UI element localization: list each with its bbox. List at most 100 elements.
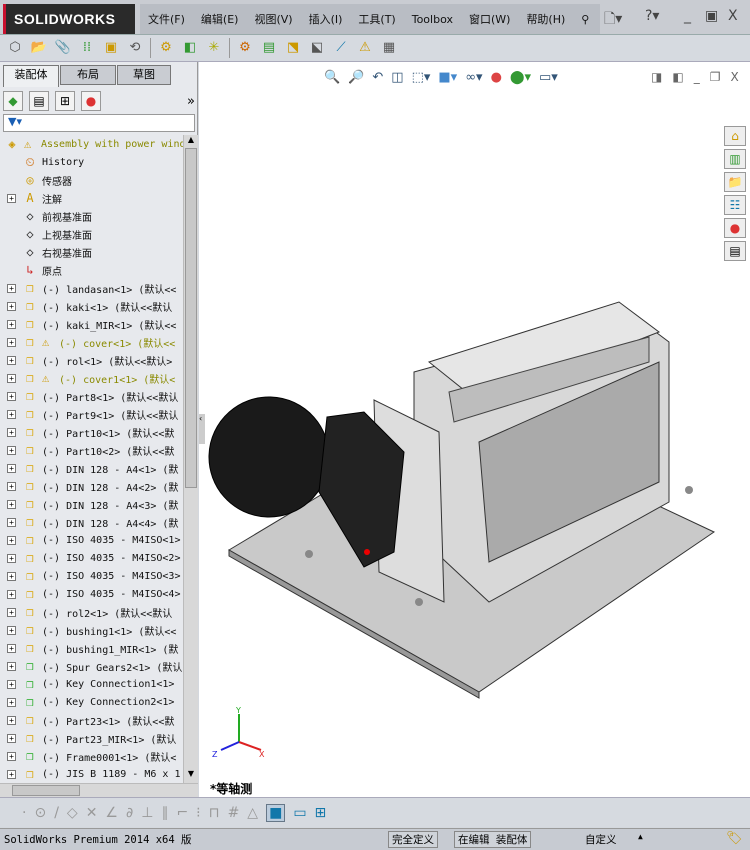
tree-item[interactable]: ⏲ History bbox=[0, 153, 183, 171]
menu-window[interactable]: 窗口(W) bbox=[461, 11, 518, 27]
tree-item[interactable]: + ❒ (-) DIN 128 - A4<2> (默 bbox=[0, 477, 183, 495]
tree-item[interactable]: + ❒ (-) DIN 128 - A4<3> (默 bbox=[0, 495, 183, 513]
assembly-model[interactable] bbox=[199, 62, 750, 797]
move-component-icon[interactable]: ⟲ bbox=[126, 39, 144, 57]
grid-icon[interactable]: # bbox=[228, 805, 240, 821]
polygon-icon[interactable]: ◇ bbox=[67, 805, 78, 821]
tree-item[interactable]: + ❒ (-) ISO 4035 - M4ISO<3> bbox=[0, 567, 183, 585]
tangent-icon[interactable]: ∂ bbox=[126, 805, 133, 821]
trim-icon[interactable]: ✕ bbox=[86, 805, 98, 821]
tree-item[interactable]: + ❒ (-) rol<1> (默认<<默认> bbox=[0, 351, 183, 369]
expand-toggle[interactable]: + bbox=[7, 427, 16, 437]
mate-icon[interactable]: 📎 bbox=[54, 39, 72, 57]
smart-fasteners-icon[interactable]: ▣ bbox=[102, 39, 120, 57]
expand-toggle[interactable]: + bbox=[7, 679, 16, 689]
reference-geometry-icon[interactable]: ✳ bbox=[205, 39, 223, 57]
tree-item[interactable]: ↳ 原点 bbox=[0, 261, 183, 279]
tree-item[interactable]: + ❒ (-) DIN 128 - A4<1> (默 bbox=[0, 459, 183, 477]
tree-item[interactable]: ◈ ⚠ Assembly with power wind bbox=[0, 135, 183, 153]
menu-view[interactable]: 视图(V) bbox=[246, 11, 300, 27]
tree-item[interactable]: + ❒ (-) Part8<1> (默认<<默认 bbox=[0, 387, 183, 405]
exploded-view-icon[interactable]: ⬔ bbox=[284, 39, 302, 57]
expand-toggle[interactable]: + bbox=[7, 481, 16, 491]
units-selector[interactable]: 自定义 bbox=[585, 832, 617, 847]
corner-icon[interactable]: ⌐ bbox=[176, 805, 188, 821]
expand-toggle[interactable]: + bbox=[7, 445, 16, 455]
insert-component-icon[interactable]: 📂 bbox=[30, 39, 48, 57]
assembly-features-icon[interactable]: ◧ bbox=[181, 39, 199, 57]
expand-toggle[interactable]: + bbox=[7, 283, 16, 293]
pin-icon[interactable]: ⚲ bbox=[573, 13, 597, 26]
tree-item[interactable]: + ❒ (-) Spur Gears2<1> (默认 bbox=[0, 657, 183, 675]
expand-toggle[interactable]: + bbox=[7, 373, 16, 383]
snapshot-icon[interactable]: ▦ bbox=[380, 39, 398, 57]
tree-item[interactable]: + ❒ (-) Part10<1> (默认<<默 bbox=[0, 423, 183, 441]
restore-button[interactable]: ▣ bbox=[705, 8, 718, 24]
tab-assembly[interactable]: 装配体 bbox=[3, 65, 59, 87]
expand-toggle[interactable]: + bbox=[7, 751, 16, 761]
close-button[interactable]: X bbox=[728, 8, 738, 24]
tree-item[interactable]: + ❒ (-) Key Connection2<1> bbox=[0, 693, 183, 711]
graphics-area[interactable]: 🔍 🔎 ↶ ◫ ⬚▾ ■▾ ∞▾ ● ⬤▾ ▭▾ ◨ ◧ _ ❐ X ⌂ ▥ 📁… bbox=[199, 62, 750, 797]
tree-item[interactable]: ◎ 传感器 bbox=[0, 171, 183, 189]
tree-vertical-scrollbar[interactable]: ▲ ▼ bbox=[183, 135, 198, 783]
menu-tools[interactable]: 工具(T) bbox=[350, 11, 403, 27]
tree-item[interactable]: + ❒ (-) bushing1_MIR<1> (默 bbox=[0, 639, 183, 657]
expand-toggle[interactable]: + bbox=[7, 319, 16, 329]
units-arrow-icon[interactable]: ▲ bbox=[638, 832, 643, 841]
expand-toggle[interactable]: + bbox=[7, 715, 16, 725]
expand-toggle[interactable]: + bbox=[7, 193, 16, 203]
expand-toggle[interactable]: + bbox=[7, 625, 16, 635]
menu-file[interactable]: 文件(F) bbox=[140, 11, 193, 27]
expand-toggle[interactable]: + bbox=[7, 517, 16, 527]
expand-toggle[interactable]: + bbox=[7, 463, 16, 473]
3d-view-icon[interactable]: ■ bbox=[266, 803, 286, 822]
display-manager-icon[interactable]: ● bbox=[81, 91, 101, 111]
parallel-icon[interactable]: ∥ bbox=[161, 805, 168, 821]
angle-icon[interactable]: ∠ bbox=[105, 805, 118, 821]
tab-layout[interactable]: 布局 bbox=[60, 65, 116, 85]
triangle-icon[interactable]: △ bbox=[247, 805, 258, 821]
menu-edit[interactable]: 编辑(E) bbox=[193, 11, 247, 27]
tree-item[interactable]: + A 注解 bbox=[0, 189, 183, 207]
feature-manager-icon[interactable]: ◆ bbox=[3, 91, 23, 111]
expand-toggle[interactable]: + bbox=[7, 589, 16, 599]
circle-icon[interactable]: ⊙ bbox=[34, 805, 46, 821]
tree-item[interactable]: + ❒ (-) Part23_MIR<1> (默认 bbox=[0, 729, 183, 747]
expand-toggle[interactable]: + bbox=[7, 391, 16, 401]
minimize-button[interactable]: _ bbox=[684, 8, 691, 24]
interference-detection-icon[interactable]: ⟋ bbox=[332, 39, 350, 57]
tree-item[interactable]: + ❒ ⚠ (-) cover<1> (默认<< bbox=[0, 333, 183, 351]
menu-help[interactable]: 帮助(H) bbox=[518, 11, 573, 27]
tree-item[interactable]: + ❒ (-) rol2<1> (默认<<默认 bbox=[0, 603, 183, 621]
property-manager-icon[interactable]: ▤ bbox=[29, 91, 49, 111]
tree-item[interactable]: + ❒ (-) kaki_MIR<1> (默认<< bbox=[0, 315, 183, 333]
tree-item[interactable]: + ❒ (-) bushing1<1> (默认<< bbox=[0, 621, 183, 639]
help-icon[interactable]: ?▾ bbox=[645, 8, 659, 24]
filter-icon[interactable]: ▼▾ bbox=[3, 114, 195, 132]
tree-item[interactable]: + ❒ (-) ISO 4035 - M4ISO<4> bbox=[0, 585, 183, 603]
tree-item[interactable]: + ❒ (-) Part23<1> (默认<<默 bbox=[0, 711, 183, 729]
expand-toggle[interactable]: + bbox=[7, 661, 16, 671]
menu-insert[interactable]: 插入(I) bbox=[301, 11, 351, 27]
expand-toggle[interactable]: + bbox=[7, 769, 16, 779]
edit-component-icon[interactable]: ⬡ bbox=[6, 39, 24, 57]
menu-toolbox[interactable]: Toolbox bbox=[404, 13, 461, 26]
bill-of-materials-icon[interactable]: ▤ bbox=[260, 39, 278, 57]
expand-toggle[interactable]: + bbox=[7, 499, 16, 509]
tree-item[interactable]: + ❒ (-) Part10<2> (默认<<默 bbox=[0, 441, 183, 459]
instant3d-icon[interactable]: ⚠ bbox=[356, 39, 374, 57]
solidworks-logo[interactable]: SOLIDWORKS bbox=[3, 4, 135, 34]
hscroll-thumb[interactable] bbox=[12, 785, 80, 796]
construction-icon[interactable]: ⁝ bbox=[196, 805, 200, 821]
single-view-icon[interactable]: ▭ bbox=[293, 805, 306, 821]
tree-item[interactable]: + ❒ ⚠ (-) cover1<1> (默认< bbox=[0, 369, 183, 387]
point-icon[interactable]: · bbox=[22, 805, 26, 821]
tree-item[interactable]: + ❒ (-) Frame0001<1> (默认< bbox=[0, 747, 183, 765]
tree-item[interactable]: + ❒ (-) ISO 4035 - M4ISO<2> bbox=[0, 549, 183, 567]
expand-toggle[interactable]: + bbox=[7, 301, 16, 311]
linear-pattern-icon[interactable]: ⁞⁞ bbox=[78, 39, 96, 57]
tree-item[interactable]: + ❒ (-) Part9<1> (默认<<默认 bbox=[0, 405, 183, 423]
tree-item[interactable]: + ❒ (-) kaki<1> (默认<<默认 bbox=[0, 297, 183, 315]
tree-item[interactable]: + ❒ (-) Key Connection1<1> bbox=[0, 675, 183, 693]
